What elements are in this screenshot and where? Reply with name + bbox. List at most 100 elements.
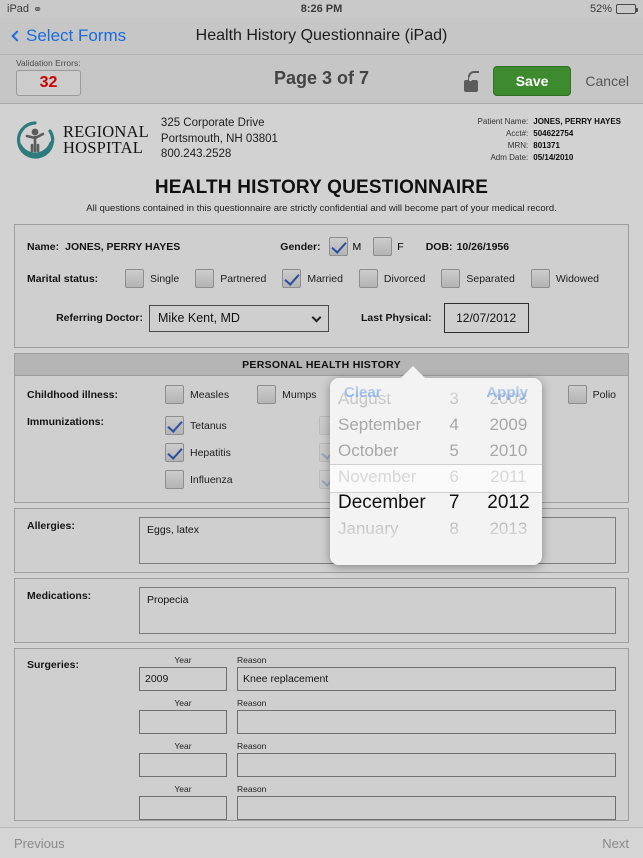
dob-value: 10/26/1956 xyxy=(456,240,510,253)
day-option[interactable]: 5 xyxy=(433,438,474,464)
patient-name-value: JONES, PERRY HAYES xyxy=(533,117,621,126)
marital-option-single[interactable]: Single xyxy=(125,269,179,288)
date-picker-apply-button[interactable]: Apply xyxy=(486,384,528,401)
date-picker-popover[interactable]: August September October November Decemb… xyxy=(330,378,542,565)
marital-checkbox-single[interactable] xyxy=(125,269,144,288)
day-option[interactable]: 9 xyxy=(433,542,474,546)
status-time: 8:26 PM xyxy=(300,3,343,15)
surgery-year-input-4[interactable] xyxy=(139,796,227,820)
logo-line-2: HOSPITAL xyxy=(63,137,144,157)
childhood-option-polio[interactable]: Polio xyxy=(567,385,616,404)
childhood-option-mumps[interactable]: Mumps xyxy=(257,385,317,404)
save-button[interactable]: Save xyxy=(492,66,572,96)
month-option[interactable]: November xyxy=(330,464,433,490)
year-option[interactable]: 2014 xyxy=(475,542,542,546)
day-option[interactable]: 8 xyxy=(433,516,474,542)
marital-checkbox-partnered[interactable] xyxy=(195,269,215,288)
account-number-label: Acct#: xyxy=(506,129,529,138)
year-option[interactable]: 2011 xyxy=(475,464,542,490)
unlocked-padlock-icon[interactable] xyxy=(463,70,479,92)
day-wheel[interactable]: 3 4 5 6 7 8 9 10 11 xyxy=(433,386,474,546)
month-option[interactable]: January xyxy=(330,516,433,542)
childhood-checkbox-measles[interactable] xyxy=(165,385,184,404)
document-subtitle: All questions contained in this question… xyxy=(86,203,557,214)
day-option[interactable]: 4 xyxy=(433,412,474,438)
surgery-row: Year Reason xyxy=(139,741,616,777)
day-option-selected[interactable]: 7 xyxy=(433,490,474,516)
gender-label: Gender: xyxy=(280,240,321,253)
day-option[interactable]: 6 xyxy=(433,464,474,490)
marital-option-widowed[interactable]: Widowed xyxy=(530,269,599,288)
date-picker-clear-button[interactable]: Clear xyxy=(344,384,382,401)
surgery-reason-input-2[interactable] xyxy=(237,710,616,734)
year-option[interactable]: 2013 xyxy=(475,516,542,542)
marital-label-separated: Separated xyxy=(466,272,515,285)
toolbar-actions: Save Cancel xyxy=(463,66,629,96)
immunization-option-hepatitis[interactable]: Hepatitis xyxy=(165,443,233,462)
childhood-option-measles[interactable]: Measles xyxy=(165,385,229,404)
immunization-option-tetanus[interactable]: Tetanus xyxy=(165,416,233,435)
childhood-checkbox-mumps[interactable] xyxy=(257,385,277,404)
gender-checkbox-f[interactable] xyxy=(373,237,393,256)
year-option-selected[interactable]: 2012 xyxy=(475,490,542,516)
immunization-checkbox-hepatitis[interactable] xyxy=(165,443,184,462)
date-picker-actions: Clear Apply xyxy=(330,378,542,406)
surgery-year-input-1[interactable]: 2009 xyxy=(139,667,227,691)
surgery-year-input-2[interactable] xyxy=(139,710,227,734)
surgery-reason-input-4[interactable] xyxy=(237,796,616,820)
surgery-reason-header: Reason xyxy=(237,698,267,708)
referring-doctor-value: Mike Kent, MD xyxy=(158,311,240,325)
back-select-forms-button[interactable]: Select Forms xyxy=(0,26,126,46)
surgery-reason-input-3[interactable] xyxy=(237,753,616,777)
marital-checkbox-married[interactable] xyxy=(282,269,302,288)
marital-checkbox-widowed[interactable] xyxy=(530,269,550,288)
month-option-selected[interactable]: December xyxy=(330,490,433,516)
last-physical-label: Last Physical: xyxy=(361,312,432,324)
marital-checkbox-divorced[interactable] xyxy=(358,269,378,288)
immunization-checkbox-influenza[interactable] xyxy=(165,470,184,489)
surgery-reason-input-1[interactable]: Knee replacement xyxy=(237,667,616,691)
immunization-checkbox-tetanus[interactable] xyxy=(165,416,184,435)
childhood-label-measles: Measles xyxy=(190,388,230,401)
childhood-checkbox-polio[interactable] xyxy=(567,385,587,404)
medications-textarea[interactable]: Propecia xyxy=(139,587,616,634)
marital-checkbox-separated[interactable] xyxy=(441,269,461,288)
form-sheet: REGIONAL HOSPITAL 325 Corporate Drive Po… xyxy=(0,105,643,827)
marital-option-partnered[interactable]: Partnered xyxy=(195,269,266,288)
ios-status-bar: iPad ⚭ 8:26 PM 52% xyxy=(0,0,643,18)
referring-doctor-label: Referring Doctor: xyxy=(56,312,143,324)
mrn-value: 801371 xyxy=(533,141,560,150)
year-option[interactable]: 2009 xyxy=(475,412,542,438)
month-wheel[interactable]: August September October November Decemb… xyxy=(330,386,433,546)
previous-page-button[interactable]: Previous xyxy=(14,836,65,851)
month-option[interactable]: February xyxy=(330,542,433,546)
account-number-value: 504622754 xyxy=(533,129,574,138)
patient-name-label: Patient Name: xyxy=(477,117,529,126)
cancel-button[interactable]: Cancel xyxy=(585,73,629,89)
month-option[interactable]: September xyxy=(330,412,433,438)
childhood-label-polio: Polio xyxy=(592,388,616,401)
surgery-year-header: Year xyxy=(174,741,192,751)
address-line-3: 800.243.2528 xyxy=(160,148,232,161)
address-line-2: Portsmouth, NH 03801 xyxy=(160,132,278,145)
marital-option-separated[interactable]: Separated xyxy=(441,269,515,288)
marital-option-married[interactable]: Married xyxy=(282,269,343,288)
next-page-button[interactable]: Next xyxy=(602,836,629,851)
year-option[interactable]: 2010 xyxy=(475,438,542,464)
patient-info-block: Patient Name: JONES, PERRY HAYES Acct#: … xyxy=(467,114,629,165)
surgery-year-header: Year xyxy=(174,784,192,794)
last-physical-date-field[interactable]: 12/07/2012 xyxy=(443,303,529,333)
marital-option-divorced[interactable]: Divorced xyxy=(358,269,425,288)
gender-checkbox-m[interactable] xyxy=(328,237,348,256)
patient-info-row: Acct#: 504622754 xyxy=(467,129,621,138)
bottom-navigation-bar: Previous Next xyxy=(0,827,643,858)
month-option[interactable]: October xyxy=(330,438,433,464)
year-wheel[interactable]: 2008 2009 2010 2011 2012 2013 2014 2015 … xyxy=(475,386,542,546)
surgery-reason-header: Reason xyxy=(237,741,267,751)
surgery-row: Year Reason xyxy=(139,698,616,734)
date-picker-wheels: August September October November Decemb… xyxy=(330,386,542,546)
letterhead: REGIONAL HOSPITAL 325 Corporate Drive Po… xyxy=(0,105,643,165)
referring-doctor-select[interactable]: Mike Kent, MD xyxy=(149,304,329,332)
immunization-option-influenza[interactable]: Influenza xyxy=(165,470,233,489)
surgery-year-input-3[interactable] xyxy=(139,753,227,777)
